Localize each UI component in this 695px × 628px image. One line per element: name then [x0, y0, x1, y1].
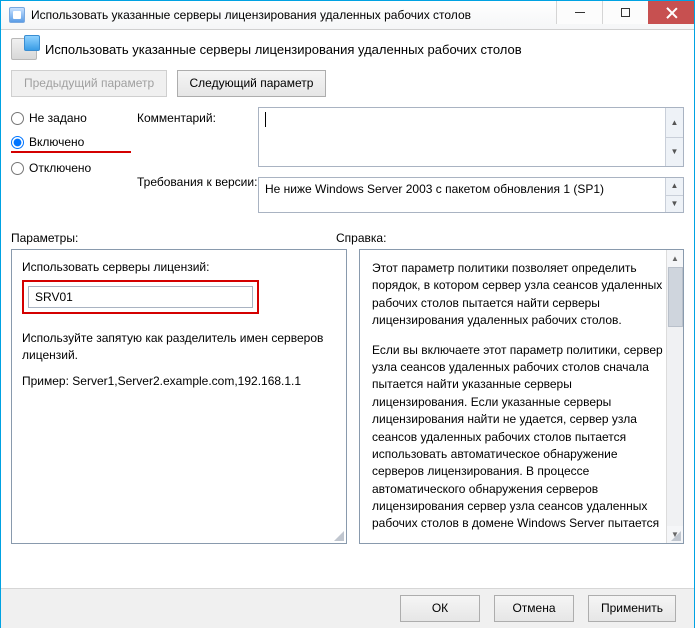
radio-enabled[interactable]: Включено	[11, 135, 131, 151]
servers-hint-1: Используйте запятую как разделитель имен…	[22, 330, 336, 365]
titlebar: Использовать указанные серверы лицензиро…	[1, 1, 694, 30]
nav-row: Предыдущий параметр Следующий параметр	[1, 66, 694, 107]
maximize-button[interactable]	[602, 1, 648, 24]
text-caret	[265, 112, 266, 127]
ok-button[interactable]: ОК	[400, 595, 480, 622]
spin-up[interactable]: ▲	[666, 108, 683, 137]
help-p2: Если вы включаете этот параметр политики…	[372, 342, 663, 533]
spin-down[interactable]: ▼	[666, 137, 683, 167]
scroll-thumb[interactable]	[668, 267, 683, 327]
help-scrollbar[interactable]: ▲ ▼	[666, 250, 683, 543]
radio-disabled-label: Отключено	[29, 161, 91, 175]
apply-button[interactable]: Применить	[588, 595, 676, 622]
requirements-label: Требования к версии:	[137, 175, 252, 189]
field-labels: Комментарий: Требования к версии:	[137, 107, 252, 189]
radio-not-configured-label: Не задано	[29, 111, 87, 125]
minimize-icon	[575, 12, 585, 13]
window-title: Использовать указанные серверы лицензиро…	[31, 8, 556, 22]
radio-disabled[interactable]: Отключено	[11, 161, 131, 175]
close-button[interactable]	[648, 1, 694, 24]
servers-input[interactable]	[28, 286, 253, 308]
requirements-value: Не ниже Windows Server 2003 с пакетом об…	[265, 182, 604, 196]
servers-hint-2: Пример: Server1,Server2.example.com,192.…	[22, 373, 336, 390]
requirements-spinner: ▲ ▼	[665, 178, 683, 212]
field-inputs: ▲ ▼ Не ниже Windows Server 2003 с пакето…	[258, 107, 684, 213]
dialog-footer: ОК Отмена Применить	[1, 588, 694, 628]
comment-field[interactable]: ▲ ▼	[258, 107, 684, 167]
spin-down[interactable]: ▼	[666, 195, 683, 213]
servers-input-highlight	[22, 280, 259, 314]
policy-icon	[11, 38, 37, 60]
maximize-icon	[621, 8, 630, 17]
close-icon	[666, 7, 678, 19]
state-radios: Не задано Включено Отключено	[11, 107, 131, 185]
options-panel: Использовать серверы лицензий: Используй…	[11, 249, 347, 544]
spin-up[interactable]: ▲	[666, 178, 683, 195]
prev-setting-button: Предыдущий параметр	[11, 70, 167, 97]
policy-header: Использовать указанные серверы лицензиро…	[1, 30, 694, 66]
comment-spinner: ▲ ▼	[665, 108, 683, 166]
comment-label: Комментарий:	[137, 111, 252, 175]
window-controls	[556, 1, 694, 29]
radio-not-configured-input[interactable]	[11, 112, 24, 125]
comment-textarea[interactable]	[259, 108, 663, 166]
panels: Использовать серверы лицензий: Используй…	[1, 249, 694, 544]
servers-label: Использовать серверы лицензий:	[22, 260, 336, 274]
cancel-button[interactable]: Отмена	[494, 595, 574, 622]
radio-enabled-label: Включено	[29, 135, 84, 149]
parameters-label: Параметры:	[11, 231, 336, 245]
requirements-field: Не ниже Windows Server 2003 с пакетом об…	[258, 177, 684, 213]
policy-caption: Использовать указанные серверы лицензиро…	[45, 42, 522, 57]
scroll-up-icon[interactable]: ▲	[667, 250, 683, 267]
radio-disabled-input[interactable]	[11, 162, 24, 175]
radio-not-configured[interactable]: Не задано	[11, 111, 131, 125]
radio-enabled-input[interactable]	[11, 136, 24, 149]
section-labels: Параметры: Справка:	[1, 213, 694, 249]
resize-grip-icon[interactable]	[671, 531, 681, 541]
minimize-button[interactable]	[556, 1, 602, 24]
help-p1: Этот параметр политики позволяет определ…	[372, 260, 663, 330]
next-setting-button[interactable]: Следующий параметр	[177, 70, 327, 97]
help-content: Этот параметр политики позволяет определ…	[372, 260, 663, 533]
settings-grid: Не задано Включено Отключено Комментарий…	[1, 107, 694, 213]
resize-grip-icon[interactable]	[334, 531, 344, 541]
app-icon	[9, 7, 25, 23]
help-panel: Этот параметр политики позволяет определ…	[359, 249, 684, 544]
help-label: Справка:	[336, 231, 684, 245]
